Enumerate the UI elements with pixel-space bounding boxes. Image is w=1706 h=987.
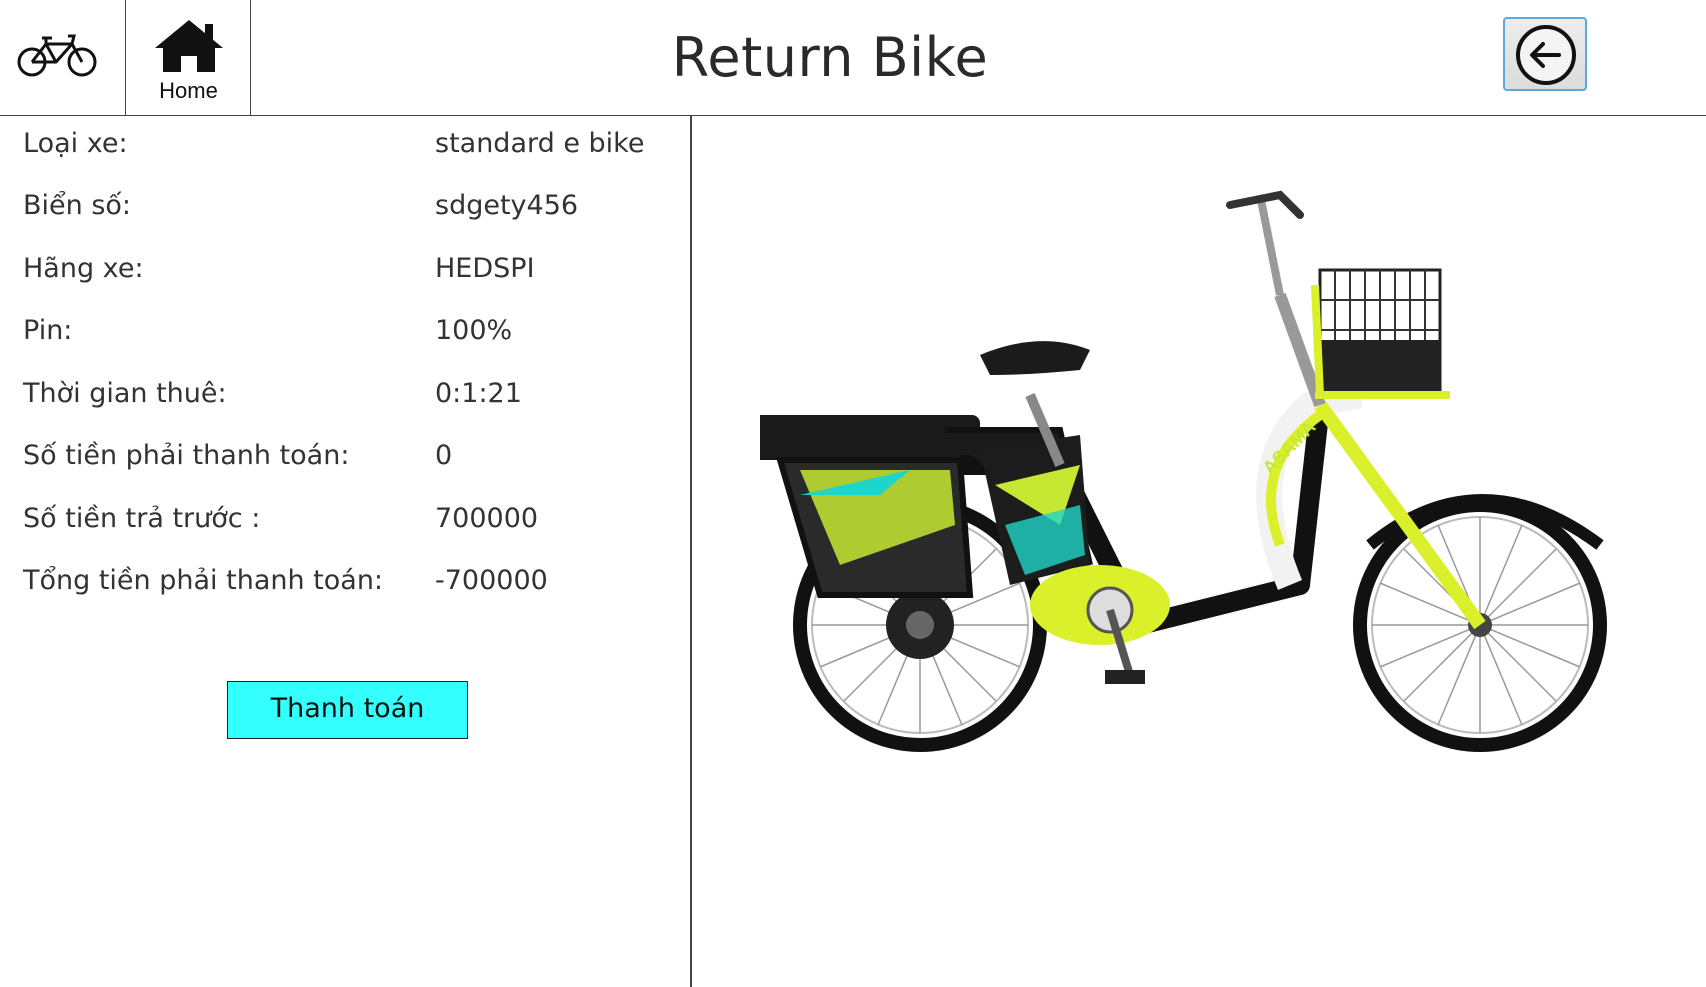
- info-value: HEDSPI: [435, 253, 535, 284]
- logo-button[interactable]: [0, 0, 126, 116]
- info-label: Biển số:: [23, 190, 132, 221]
- bike-image: ASAMA: [750, 165, 1660, 809]
- info-value: 700000: [435, 503, 539, 534]
- info-label: Loại xe:: [23, 128, 128, 159]
- info-label: Hãng xe:: [23, 253, 144, 284]
- info-label: Tổng tiền phải thanh toán:: [23, 565, 384, 596]
- top-bar: Home Return Bike: [0, 0, 1706, 116]
- info-label: Số tiền trả trước :: [23, 503, 261, 534]
- info-value: sdgety456: [435, 190, 579, 221]
- home-button[interactable]: Home: [126, 0, 251, 116]
- arrow-left-circle-icon: [1516, 25, 1576, 85]
- info-value: 0: [435, 440, 453, 471]
- info-value: -700000: [435, 565, 548, 596]
- pay-button[interactable]: Thanh toán: [227, 681, 468, 739]
- electric-bike-illustration: ASAMA: [750, 190, 1607, 752]
- info-value: 100%: [435, 315, 513, 346]
- home-label: Home: [159, 78, 218, 103]
- panel-divider: [690, 116, 692, 987]
- home-icon: [155, 20, 223, 72]
- back-button[interactable]: [1503, 17, 1587, 91]
- bicycle-icon: [17, 34, 97, 77]
- info-value: 0:1:21: [435, 378, 522, 409]
- page-title: Return Bike: [671, 26, 989, 89]
- info-value: standard e bike: [435, 128, 645, 159]
- info-label: Số tiền phải thanh toán:: [23, 440, 350, 471]
- info-label: Thời gian thuê:: [23, 378, 227, 409]
- info-label: Pin:: [23, 315, 73, 346]
